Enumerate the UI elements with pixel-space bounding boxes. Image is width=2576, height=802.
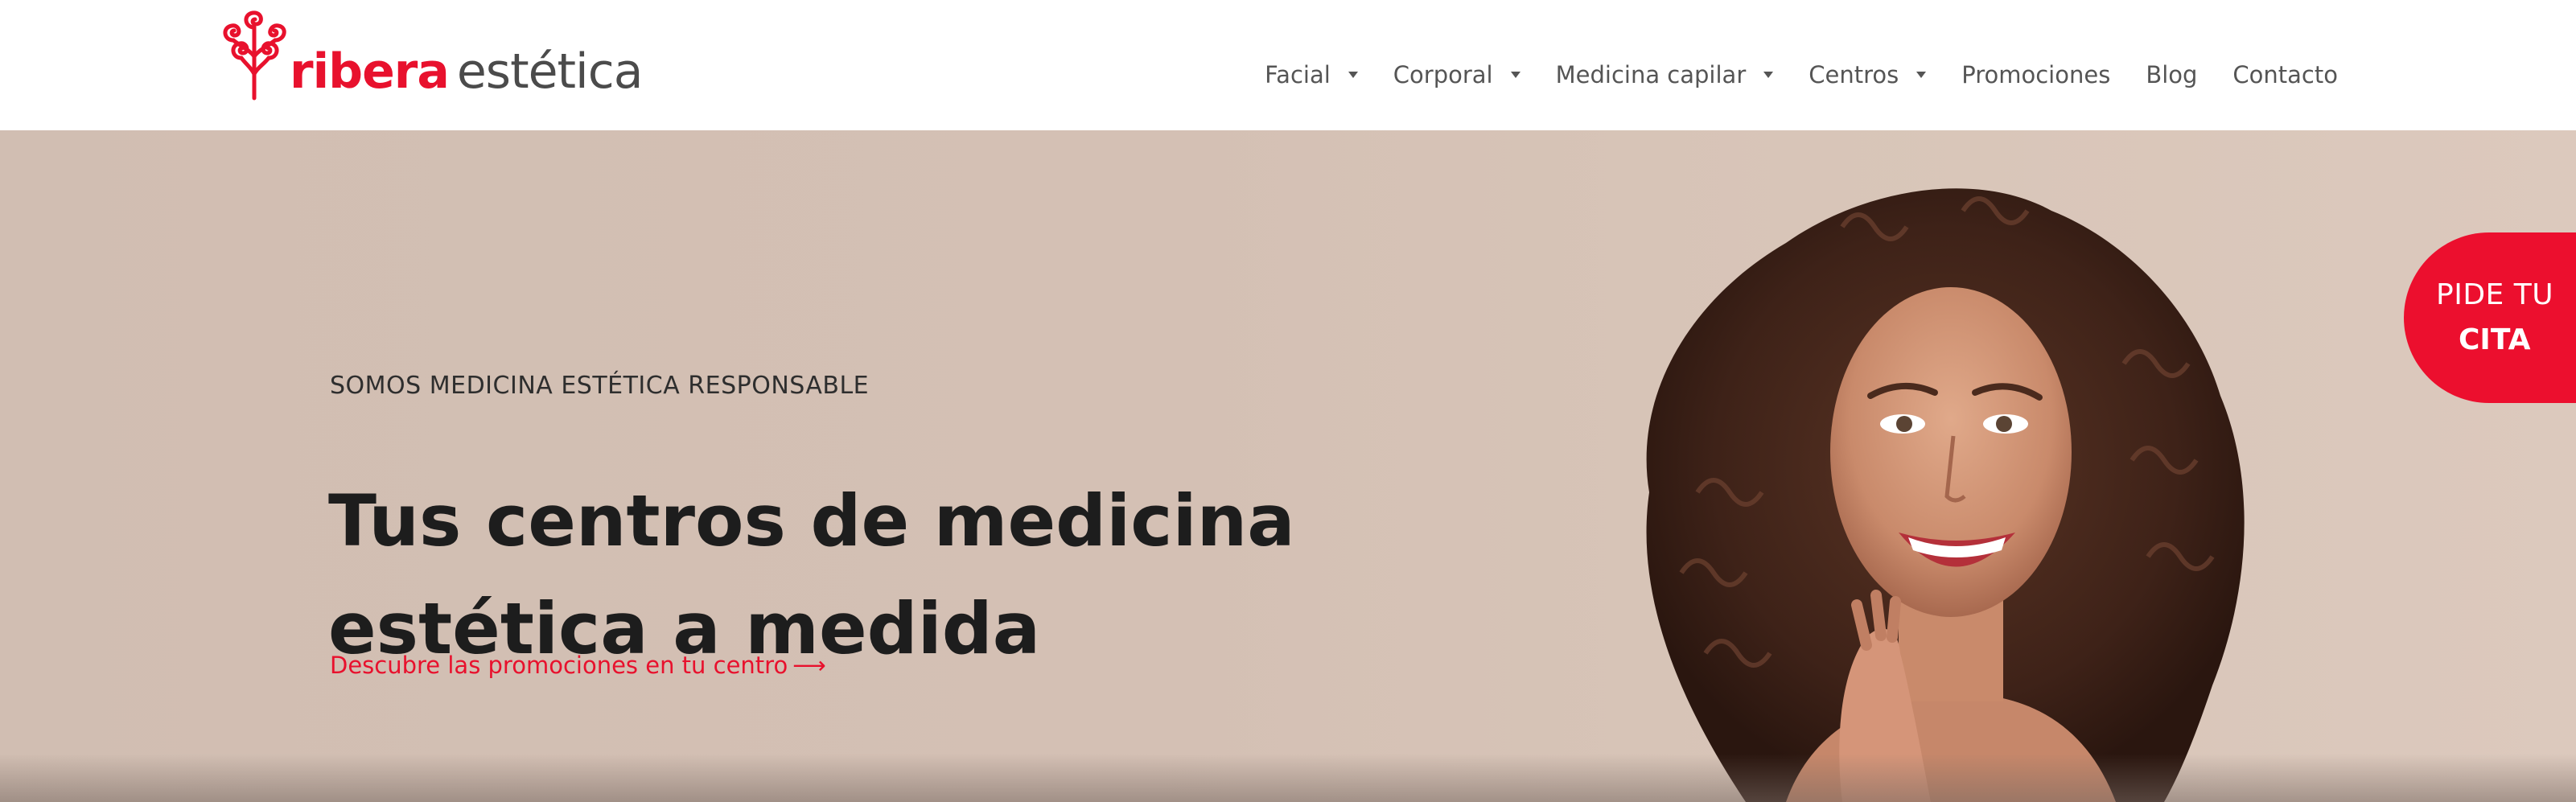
promotions-link-label: Descubre las promociones en tu centro — [330, 652, 788, 679]
nav-item-label: Blog — [2146, 61, 2198, 88]
hero-eyebrow: SOMOS MEDICINA ESTÉTICA RESPONSABLE — [330, 372, 870, 400]
nav-item-label: Corporal — [1393, 61, 1493, 88]
nav-item-blog[interactable]: Blog — [2146, 61, 2197, 88]
hero-woman-photo — [1646, 188, 2245, 802]
book-appointment-button[interactable]: PIDE TU CITA — [2404, 232, 2576, 403]
promotions-link[interactable]: Descubre las promociones en tu centro ⟶ — [330, 652, 826, 679]
cta-line2: CITA — [2459, 323, 2531, 356]
nav-item-contacto[interactable]: Contacto — [2232, 61, 2338, 88]
nav-item-label: Centros — [1809, 61, 1899, 88]
tree-logo-icon — [223, 10, 286, 101]
nav-item-corporal[interactable]: Corporal — [1393, 61, 1520, 88]
main-nav: Facial Corporal Medicina capilar Centros… — [1265, 61, 2338, 88]
nav-item-label: Medicina capilar — [1555, 61, 1747, 88]
brand-tagline: estética — [456, 43, 644, 100]
nav-item-promociones[interactable]: Promociones — [1961, 61, 2110, 88]
hero-title: Tus centros de medicina estética a medid… — [328, 467, 1295, 683]
caret-down-icon — [1916, 72, 1927, 78]
caret-down-icon — [1510, 72, 1520, 78]
nav-item-label: Contacto — [2232, 61, 2338, 88]
logo[interactable]: ribera estética — [217, 6, 644, 101]
brand-name: ribera — [290, 43, 450, 100]
cta-line1: PIDE TU — [2436, 278, 2554, 311]
arrow-right-icon: ⟶ — [792, 652, 826, 679]
hero-bottom-shade — [0, 754, 2576, 802]
caret-down-icon — [1348, 72, 1358, 78]
nav-item-facial[interactable]: Facial — [1265, 61, 1358, 88]
hero-section: SOMOS MEDICINA ESTÉTICA RESPONSABLE Tus … — [0, 130, 2576, 802]
site-header: ribera estética Facial Corporal Medicina… — [0, 0, 2576, 130]
hero-title-line1: Tus centros de medicina — [328, 479, 1295, 562]
nav-item-medicina-capilar[interactable]: Medicina capilar — [1556, 61, 1774, 88]
nav-item-centros[interactable]: Centros — [1809, 61, 1927, 88]
caret-down-icon — [1763, 72, 1774, 78]
nav-item-label: Facial — [1265, 61, 1331, 88]
nav-item-label: Promociones — [1961, 61, 2111, 88]
